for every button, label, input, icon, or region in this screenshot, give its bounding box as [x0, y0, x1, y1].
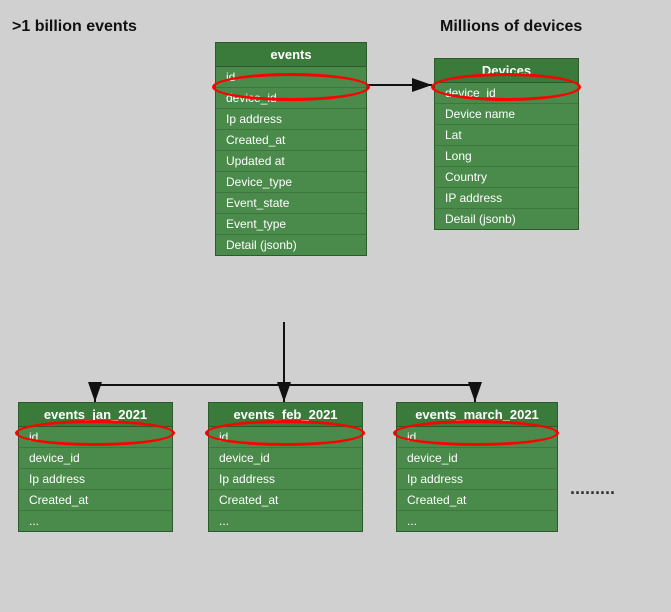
- events-march-row-ip: Ip address: [397, 469, 557, 490]
- events-table-header: events: [216, 43, 366, 67]
- millions-devices-label: Millions of devices: [440, 18, 582, 36]
- devices-row-country: Country: [435, 167, 578, 188]
- events-row-event-state: Event_state: [216, 193, 366, 214]
- events-row-id: id: [216, 67, 366, 88]
- devices-row-detail: Detail (jsonb): [435, 209, 578, 229]
- events-row-device-type: Device_type: [216, 172, 366, 193]
- devices-row-device-name: Device name: [435, 104, 578, 125]
- events-feb-table: events_feb_2021 id device_id Ip address …: [208, 402, 363, 532]
- events-march-row-id: id: [397, 427, 557, 448]
- events-march-header: events_march_2021: [397, 403, 557, 427]
- events-feb-header: events_feb_2021: [209, 403, 362, 427]
- events-row-detail: Detail (jsonb): [216, 235, 366, 255]
- devices-table: Devices device_id Device name Lat Long C…: [434, 58, 579, 230]
- events-march-row-device-id: device_id: [397, 448, 557, 469]
- events-jan-table: events_jan_2021 id device_id Ip address …: [18, 402, 173, 532]
- devices-row-ip: IP address: [435, 188, 578, 209]
- events-row-event-type: Event_type: [216, 214, 366, 235]
- events-jan-row-ip: Ip address: [19, 469, 172, 490]
- devices-row-lat: Lat: [435, 125, 578, 146]
- ellipsis-label: .........: [570, 478, 615, 499]
- diagram-container: >1 billion events Millions of devices ev…: [0, 0, 671, 612]
- events-feb-row-dots: ...: [209, 511, 362, 531]
- devices-row-device-id: device_id: [435, 83, 578, 104]
- events-jan-row-id: id: [19, 427, 172, 448]
- devices-table-header: Devices: [435, 59, 578, 83]
- events-jan-header: events_jan_2021: [19, 403, 172, 427]
- events-row-updated: Updated at: [216, 151, 366, 172]
- events-feb-row-device-id: device_id: [209, 448, 362, 469]
- devices-row-long: Long: [435, 146, 578, 167]
- events-feb-row-created: Created_at: [209, 490, 362, 511]
- events-feb-row-id: id: [209, 427, 362, 448]
- events-row-created: Created_at: [216, 130, 366, 151]
- events-march-table: events_march_2021 id device_id Ip addres…: [396, 402, 558, 532]
- events-march-row-dots: ...: [397, 511, 557, 531]
- billion-events-label: >1 billion events: [12, 18, 137, 36]
- events-march-row-created: Created_at: [397, 490, 557, 511]
- events-jan-row-dots: ...: [19, 511, 172, 531]
- events-feb-row-ip: Ip address: [209, 469, 362, 490]
- events-row-ip: Ip address: [216, 109, 366, 130]
- events-table: events id device_id Ip address Created_a…: [215, 42, 367, 256]
- events-jan-row-device-id: device_id: [19, 448, 172, 469]
- events-jan-row-created: Created_at: [19, 490, 172, 511]
- events-row-device-id: device_id: [216, 88, 366, 109]
